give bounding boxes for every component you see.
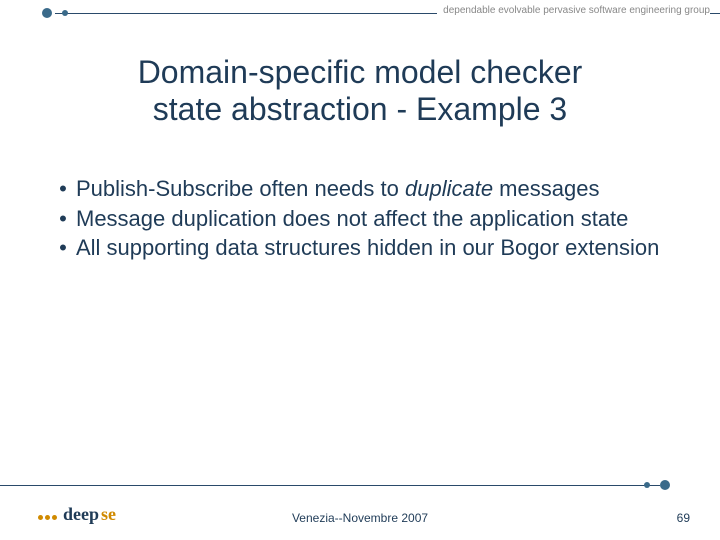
footer-page-number: 69 bbox=[677, 511, 690, 525]
logo-dots-icon bbox=[38, 507, 59, 525]
logo-se: se bbox=[101, 504, 116, 525]
header-org-text: dependable evolvable pervasive software … bbox=[437, 5, 710, 16]
bullet-text: Publish-Subscribe often needs to duplica… bbox=[76, 175, 599, 203]
title-line-2: state abstraction - Example 3 bbox=[153, 91, 567, 127]
bullet-pre: Publish-Subscribe often needs to bbox=[76, 176, 405, 201]
footer-dot-small-icon bbox=[644, 482, 650, 488]
footer-dot-icon bbox=[660, 480, 670, 490]
logo: deep se bbox=[38, 504, 116, 525]
header-dot-icon bbox=[42, 8, 52, 18]
bullet-list: • Publish-Subscribe often needs to dupli… bbox=[50, 175, 670, 264]
footer-rule bbox=[0, 485, 660, 486]
list-item: • All supporting data structures hidden … bbox=[50, 234, 670, 262]
footer-venue: Venezia--Novembre 2007 bbox=[292, 511, 428, 525]
title-line-1: Domain-specific model checker bbox=[138, 54, 583, 90]
list-item: • Publish-Subscribe often needs to dupli… bbox=[50, 175, 670, 203]
header-dot-small-icon bbox=[62, 10, 68, 16]
bullet-text: All supporting data structures hidden in… bbox=[76, 234, 659, 262]
bullet-icon: • bbox=[50, 175, 76, 203]
bullet-text: Message duplication does not affect the … bbox=[76, 205, 628, 233]
bullet-em: duplicate bbox=[405, 176, 493, 201]
bullet-post: messages bbox=[493, 176, 599, 201]
bullet-pre: Message duplication does not affect the … bbox=[76, 206, 628, 231]
header-band: dependable evolvable pervasive software … bbox=[0, 5, 720, 21]
slide-title: Domain-specific model checker state abst… bbox=[60, 54, 660, 128]
bullet-pre: All supporting data structures hidden in… bbox=[76, 235, 659, 260]
list-item: • Message duplication does not affect th… bbox=[50, 205, 670, 233]
bullet-icon: • bbox=[50, 205, 76, 233]
logo-deep: deep bbox=[63, 504, 99, 525]
bullet-icon: • bbox=[50, 234, 76, 262]
